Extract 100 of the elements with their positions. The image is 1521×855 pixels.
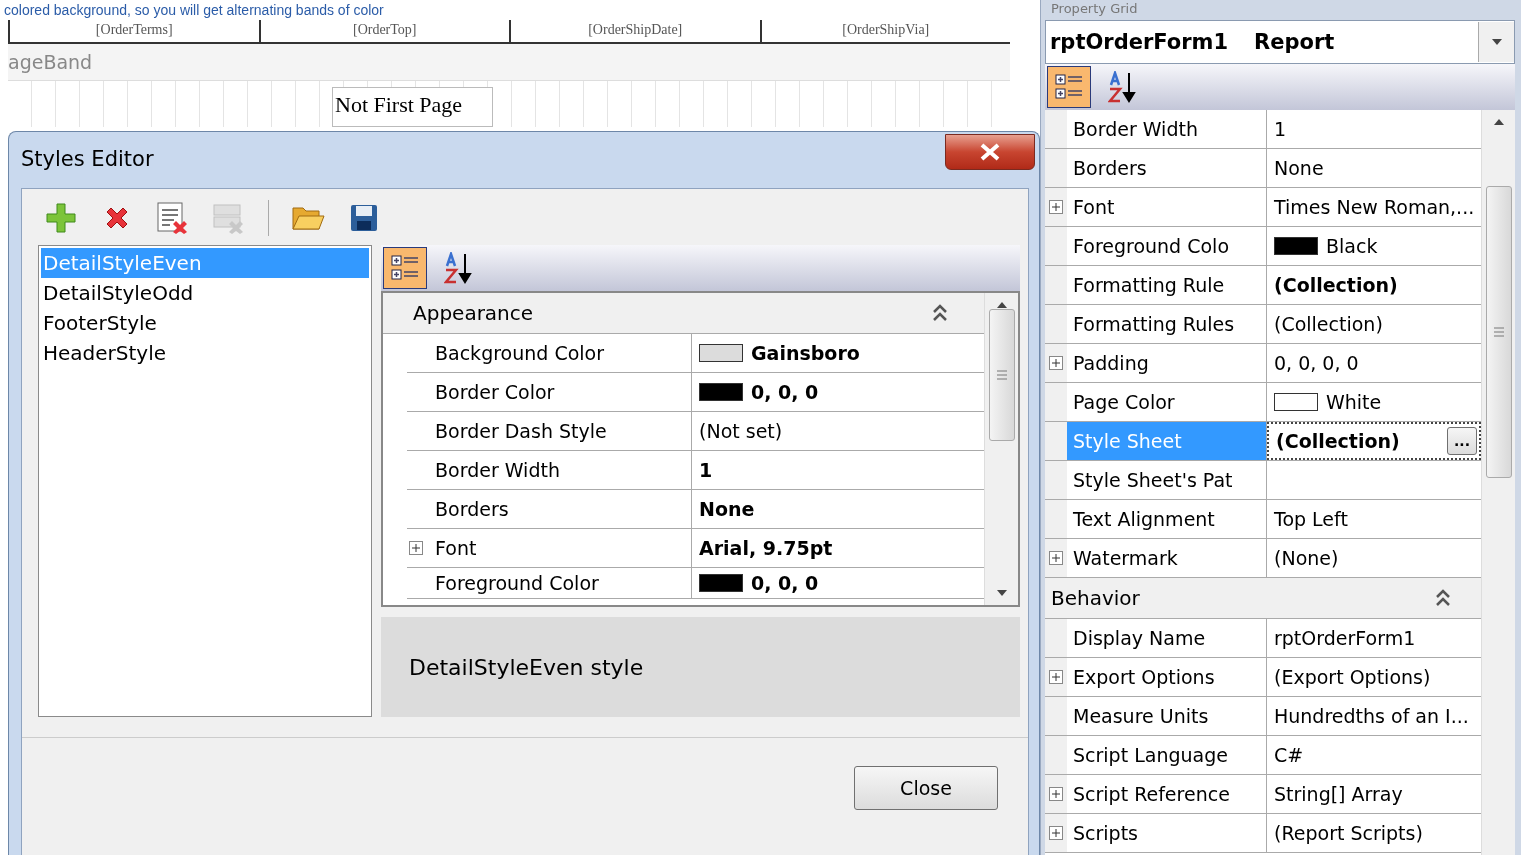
property-value: None [1274, 157, 1324, 179]
property-row[interactable]: Export Options (Export Options) [1045, 658, 1481, 697]
field-label: [OrderShipDate] [509, 20, 760, 42]
property-row[interactable]: Border Width 1 [407, 451, 984, 490]
property-row[interactable]: Page Color White [1045, 383, 1481, 422]
close-button[interactable]: Close [854, 766, 998, 810]
panel-title: Property Grid [1050, 0, 1139, 18]
property-row[interactable]: Borders None [407, 490, 984, 529]
property-row[interactable]: Border Color 0, 0, 0 [407, 373, 984, 412]
property-value: rptOrderForm1 [1274, 627, 1416, 649]
property-name: Style Sheet's Pat [1073, 469, 1233, 491]
property-value: White [1326, 391, 1382, 413]
close-button[interactable] [945, 134, 1035, 170]
scroll-up-icon[interactable] [1492, 118, 1505, 126]
add-button[interactable] [44, 201, 78, 235]
property-value: Times New Roman,... [1274, 196, 1475, 218]
property-row[interactable]: Font Arial, 9.75pt [407, 529, 984, 568]
property-row[interactable]: Border Width 1 [1045, 110, 1481, 149]
category-label: Behavior [1051, 586, 1140, 610]
purge-button[interactable] [156, 201, 190, 235]
property-value: (Collection) [1274, 274, 1398, 296]
property-row[interactable]: Script Reference String[] Array [1045, 775, 1481, 814]
property-row[interactable]: Font Times New Roman,... [1045, 188, 1481, 227]
label-control[interactable]: Not First Page [332, 87, 494, 127]
property-value: String[] Array [1274, 783, 1403, 805]
list-delete-icon [156, 201, 190, 235]
property-name: Border Color [435, 381, 555, 403]
property-value: None [699, 498, 755, 520]
property-value: 0, 0, 0 [751, 381, 819, 403]
object-type: Report [1254, 30, 1335, 54]
property-row[interactable]: Display Name rptOrderForm1 [1045, 619, 1481, 658]
property-value: Hundredths of an I... [1274, 705, 1469, 727]
property-name: Border Width [435, 459, 560, 481]
collapse-icon[interactable] [932, 303, 948, 323]
scrollbar[interactable] [1481, 110, 1515, 855]
scroll-down-icon[interactable] [1490, 38, 1503, 46]
property-name: Background Color [435, 342, 604, 364]
property-row[interactable]: Watermark (None) [1045, 539, 1481, 578]
property-value: 1 [699, 459, 713, 481]
expand-icon[interactable] [409, 541, 423, 555]
property-row[interactable]: Background Color Gainsboro [407, 334, 984, 373]
property-value: 0, 0, 0, 0 [1274, 352, 1359, 374]
property-row[interactable]: Style Sheet's Pat [1045, 461, 1481, 500]
list-item[interactable]: FooterStyle [41, 308, 369, 338]
list-item[interactable]: DetailStyleOdd [41, 278, 369, 308]
categorized-button[interactable] [1047, 66, 1091, 108]
property-value: C# [1274, 744, 1304, 766]
property-value: 1 [1274, 118, 1287, 140]
scroll-down-icon[interactable] [995, 589, 1008, 597]
property-row[interactable]: Formatting Rule (Collection) [1045, 266, 1481, 305]
property-row[interactable]: Scripts (Report Scripts) [1045, 814, 1481, 853]
category-row[interactable]: Appearance [383, 293, 984, 334]
expand-icon[interactable] [1049, 826, 1063, 840]
expand-icon[interactable] [1049, 356, 1063, 370]
object-selector[interactable]: rptOrderForm1 Report [1045, 20, 1515, 64]
expand-icon[interactable] [1049, 670, 1063, 684]
property-name: Scripts [1073, 822, 1138, 844]
caption-text: colored background, so you will get alternating bands of color [3, 1, 385, 20]
property-value: (Export Options) [1274, 666, 1431, 688]
property-row[interactable]: Borders None [1045, 149, 1481, 188]
property-name: Formatting Rules [1073, 313, 1235, 335]
property-row[interactable]: Padding 0, 0, 0, 0 [1045, 344, 1481, 383]
category-row[interactable]: Behavior [1045, 578, 1481, 619]
property-row[interactable]: Text Alignment Top Left [1045, 500, 1481, 539]
expand-icon[interactable] [1049, 200, 1063, 214]
property-name: Display Name [1073, 627, 1206, 649]
property-row[interactable]: Border Dash Style (Not set) [407, 412, 984, 451]
property-row[interactable]: Foreground Colo Black [1045, 227, 1481, 266]
property-name: Foreground Color [435, 572, 599, 594]
property-name: Text Alignment [1073, 508, 1215, 530]
grip-icon [995, 370, 1008, 380]
property-row[interactable]: Style Sheet (Collection) ... [1045, 422, 1481, 461]
property-value: (None) [1274, 547, 1339, 569]
list-item[interactable]: HeaderStyle [41, 338, 369, 368]
property-name: Padding [1073, 352, 1149, 374]
property-row[interactable]: Script Language C# [1045, 736, 1481, 775]
property-row[interactable]: Foreground Color 0, 0, 0 [407, 568, 984, 599]
property-value: (Report Scripts) [1274, 822, 1423, 844]
property-name: Font [435, 537, 477, 559]
property-name: Font [1073, 196, 1115, 218]
categorized-icon [1054, 72, 1084, 102]
property-name: Border Dash Style [435, 420, 607, 442]
property-row[interactable]: Measure Units Hundredths of an I... [1045, 697, 1481, 736]
scrollbar[interactable] [984, 293, 1018, 605]
property-row[interactable]: Formatting Rules (Collection) [1045, 305, 1481, 344]
categorized-button[interactable] [383, 247, 427, 289]
property-name: Border Width [1073, 118, 1198, 140]
expand-icon[interactable] [1049, 787, 1063, 801]
value-field[interactable]: (Collection) ... [1267, 422, 1481, 460]
collapse-icon[interactable] [1435, 588, 1451, 608]
plus-icon [45, 202, 77, 234]
property-name: Formatting Rule [1073, 274, 1225, 296]
expand-icon[interactable] [1049, 551, 1063, 565]
ellipsis-button[interactable]: ... [1447, 427, 1477, 455]
property-value: Top Left [1274, 508, 1348, 530]
property-value: 0, 0, 0 [751, 572, 819, 594]
property-value: (Not set) [699, 420, 783, 442]
property-name: Script Reference [1073, 783, 1230, 805]
property-name: Measure Units [1073, 705, 1209, 727]
property-name: Borders [435, 498, 509, 520]
